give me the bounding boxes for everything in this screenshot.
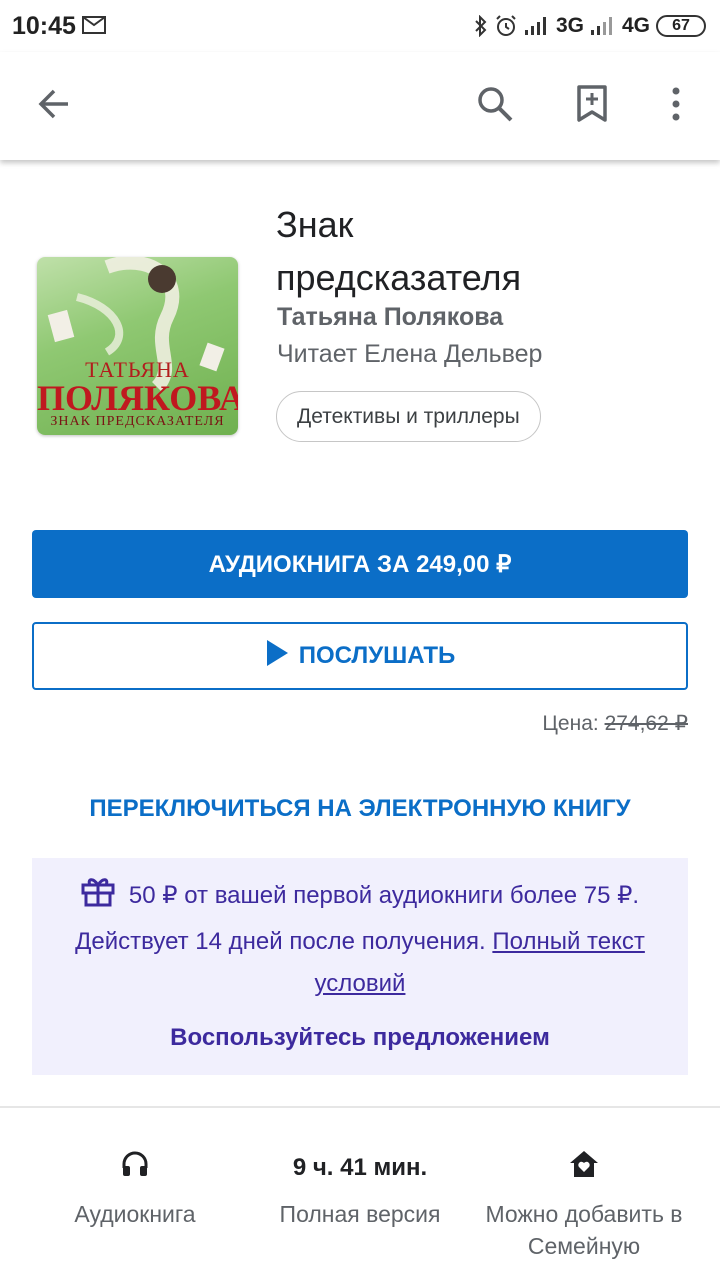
listen-sample-button[interactable]: ПОСЛУШАТЬ (32, 622, 688, 690)
bookmark-button[interactable] (566, 80, 618, 132)
more-vert-icon (671, 86, 681, 127)
mail-icon (82, 16, 106, 39)
gift-icon (81, 875, 115, 921)
genre-chip[interactable]: Детективы и триллеры (276, 391, 541, 442)
more-button[interactable] (650, 80, 702, 132)
buy-audiobook-label: АУДИОКНИГА ЗА 249,00 ₽ (208, 550, 512, 578)
info-duration: 9 ч. 41 мин. Полная версия (240, 1148, 480, 1230)
original-price: 274,62 ₽ (604, 712, 688, 735)
cover-author-line2: ПОЛЯКОВА (37, 378, 238, 418)
signal-icon (524, 16, 550, 36)
network-label-1: 3G (555, 14, 584, 37)
section-divider (0, 1106, 720, 1108)
promo-box: 50 ₽ от вашей первой аудиокниги более 75… (32, 858, 688, 1075)
search-button[interactable] (469, 80, 521, 132)
buy-audiobook-button[interactable]: АУДИОКНИГА ЗА 249,00 ₽ (32, 530, 688, 598)
info-format-label: Аудиокнига (74, 1201, 196, 1227)
book-reader: Читает Елена Дельвер (277, 340, 543, 368)
status-icons: 3G 4G 67 (474, 10, 706, 42)
book-title-line1: Знак (276, 204, 354, 245)
promo-cta-link[interactable]: Воспользуйтесь предложением (32, 1024, 688, 1052)
switch-to-ebook-link[interactable]: ПЕРЕКЛЮЧИТЬСЯ НА ЭЛЕКТРОННУЮ КНИГУ (0, 795, 720, 823)
bluetooth-icon (474, 15, 488, 37)
info-family-label: Можно добавить в Семейную (485, 1201, 683, 1259)
headphones-icon (15, 1148, 255, 1180)
info-family-library: Можно добавить в Семейную (464, 1148, 704, 1262)
status-bar: 10:45 3G 4G 67 (0, 0, 720, 52)
cover-title-line: ЗНАК ПРЕДСКАЗАТЕЛЯ (50, 414, 225, 429)
back-button[interactable] (28, 80, 80, 132)
promo-text-block: 50 ₽ от вашей первой аудиокниги более 75… (72, 875, 648, 1005)
book-author-link[interactable]: Татьяна Полякова (277, 303, 503, 332)
app-bar (0, 52, 720, 160)
status-time: 10:45 (12, 12, 76, 40)
book-title-line2: предсказателя (276, 257, 522, 298)
bookmark-add-icon (576, 84, 608, 128)
info-version-label: Полная версия (279, 1201, 441, 1227)
info-duration-value: 9 ч. 41 мин. (292, 1154, 428, 1181)
alarm-icon (494, 14, 518, 38)
listen-sample-label: ПОСЛУШАТЬ (298, 642, 456, 669)
price-label: Цена: (542, 712, 599, 735)
signal-icon (590, 16, 616, 36)
book-cover[interactable]: ТАТЬЯНА ПОЛЯКОВА ЗНАК ПРЕДСКАЗАТЕЛЯ (37, 257, 238, 435)
price-row: Цена: 274,62 ₽ (542, 711, 688, 736)
back-arrow-icon (36, 86, 72, 127)
book-title: Знак предсказателя (276, 198, 696, 304)
info-format: Аудиокнига (15, 1148, 255, 1230)
play-icon (265, 639, 289, 674)
battery-icon: 67 (656, 15, 706, 37)
network-label-2: 4G (621, 14, 650, 37)
family-home-icon (464, 1148, 704, 1180)
search-icon (476, 85, 514, 128)
